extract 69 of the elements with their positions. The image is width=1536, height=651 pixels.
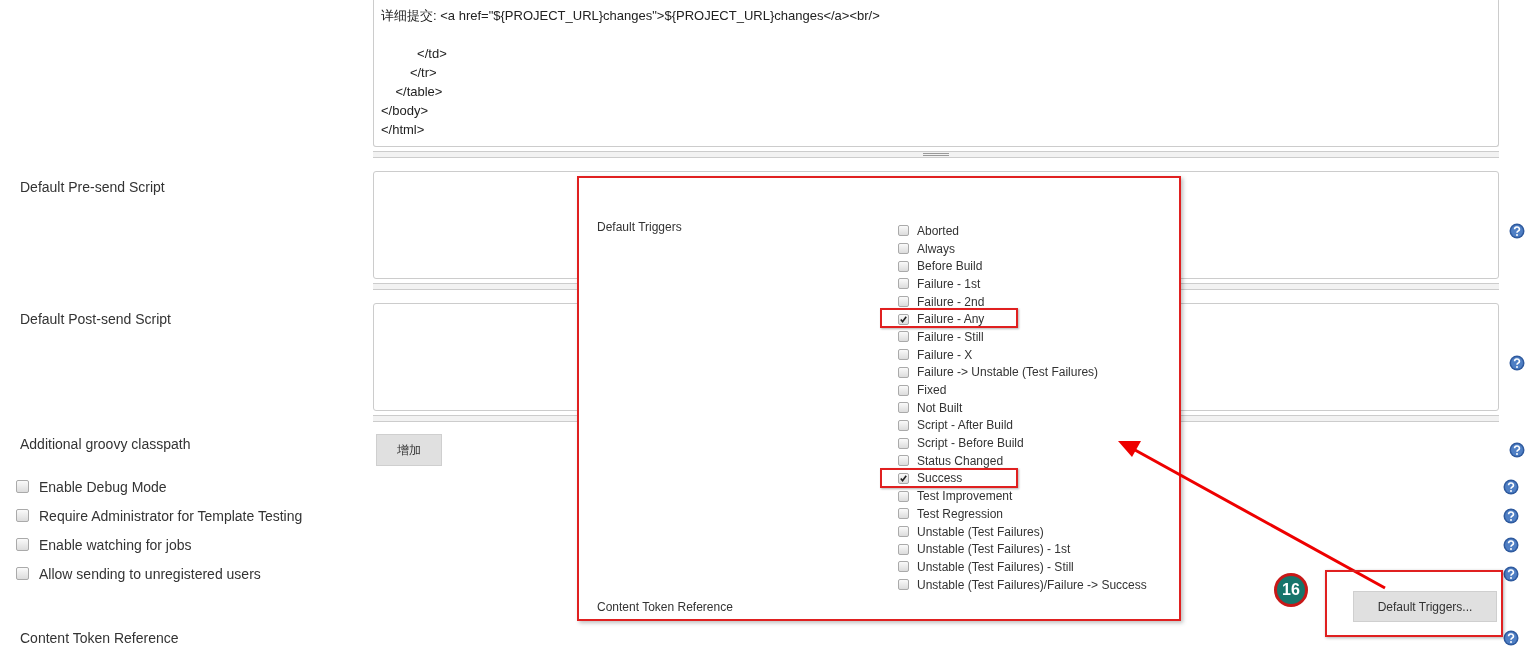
field-label: Default Triggers [597, 220, 683, 236]
checkbox-label: Script - Before Build [917, 436, 1024, 451]
resize-handle[interactable] [373, 151, 1499, 158]
help-icon[interactable] [1503, 478, 1519, 495]
checkbox[interactable] [898, 419, 909, 431]
checkbox[interactable] [898, 455, 909, 467]
checkbox-label: Require Administrator for Template Testing [39, 507, 303, 524]
checkbox[interactable] [898, 243, 909, 255]
default-triggers-button[interactable]: Default Triggers... [1353, 591, 1497, 622]
checkbox-label: Failure - 2nd [917, 294, 985, 309]
field-label: Default Pre-send Script [20, 179, 165, 195]
checkbox[interactable] [16, 480, 29, 493]
checkbox[interactable] [898, 349, 909, 361]
checkbox[interactable] [898, 472, 909, 484]
checkbox[interactable] [898, 526, 909, 538]
checkbox-label: Fixed [917, 383, 947, 398]
help-icon[interactable] [1503, 630, 1519, 646]
help-icon[interactable] [1503, 565, 1519, 582]
template-textarea[interactable]: 详细提交: <a href="${PROJECT_URL}changes">${PROJECT_URL}changes</a><br/> </td> </tr> </table> </body> </html> [373, 0, 1499, 147]
field-label: Default Post-send Script [20, 311, 171, 327]
checkbox-label: Enable Debug Mode [39, 478, 167, 495]
checkbox-label: Aborted [917, 223, 960, 238]
checkbox-label: Unstable (Test Failures)/Failure -> Success [917, 577, 1147, 592]
field-label: Additional groovy classpath [20, 436, 191, 452]
help-icon[interactable] [1503, 536, 1519, 553]
checkbox[interactable] [16, 538, 29, 551]
checkbox[interactable] [16, 567, 29, 580]
checkbox[interactable] [898, 331, 909, 343]
checkbox-label: Success [917, 471, 963, 486]
checkbox-label: Always [917, 241, 955, 256]
checkbox[interactable] [898, 579, 909, 591]
checkbox[interactable] [898, 278, 909, 290]
checkbox[interactable] [898, 561, 909, 573]
field-label: Content Token Reference [597, 600, 733, 614]
checkbox[interactable] [898, 260, 909, 272]
checkbox[interactable] [898, 384, 909, 396]
checkbox-label: Enable watching for jobs [39, 536, 192, 553]
help-icon[interactable] [1509, 442, 1525, 458]
checkbox-label: Test Improvement [917, 489, 1013, 504]
checkbox[interactable] [898, 313, 909, 325]
checkbox[interactable] [898, 296, 909, 308]
checkbox-label: Failure - 1st [917, 276, 981, 291]
checkbox-label: Failure - X [917, 347, 973, 362]
checkbox-label: Failure - Still [917, 329, 984, 344]
checkbox-label: Not Built [917, 400, 963, 415]
field-label: Content Token Reference [20, 630, 179, 646]
checkbox-label: Allow sending to unregistered users [39, 565, 261, 582]
checkbox-label: Unstable (Test Failures) - Still [917, 559, 1074, 574]
checkbox-label: Script - After Build [917, 418, 1014, 433]
checkbox-label: Unstable (Test Failures) - 1st [917, 542, 1071, 557]
checkbox[interactable] [898, 490, 909, 502]
checkbox-label: Unstable (Test Failures) [917, 524, 1044, 539]
help-icon[interactable] [1503, 507, 1519, 524]
checkbox[interactable] [898, 402, 909, 414]
checkbox[interactable] [898, 543, 909, 555]
checkbox-label: Status Changed [917, 453, 1004, 468]
checkbox-label: Test Regression [917, 506, 1004, 521]
help-icon[interactable] [1509, 222, 1525, 239]
checkbox-label: Failure - Any [917, 312, 985, 327]
checkbox[interactable] [898, 437, 909, 449]
checkbox[interactable] [16, 509, 29, 522]
checkbox[interactable] [898, 366, 909, 378]
checkbox[interactable] [898, 225, 909, 237]
checkbox[interactable] [898, 508, 909, 520]
add-button[interactable]: 增加 [376, 434, 442, 466]
step-badge: 16 [1274, 573, 1308, 607]
checkbox-label: Failure -> Unstable (Test Failures) [917, 365, 1099, 380]
checkbox-label: Before Build [917, 259, 983, 274]
help-icon[interactable] [1509, 354, 1525, 371]
